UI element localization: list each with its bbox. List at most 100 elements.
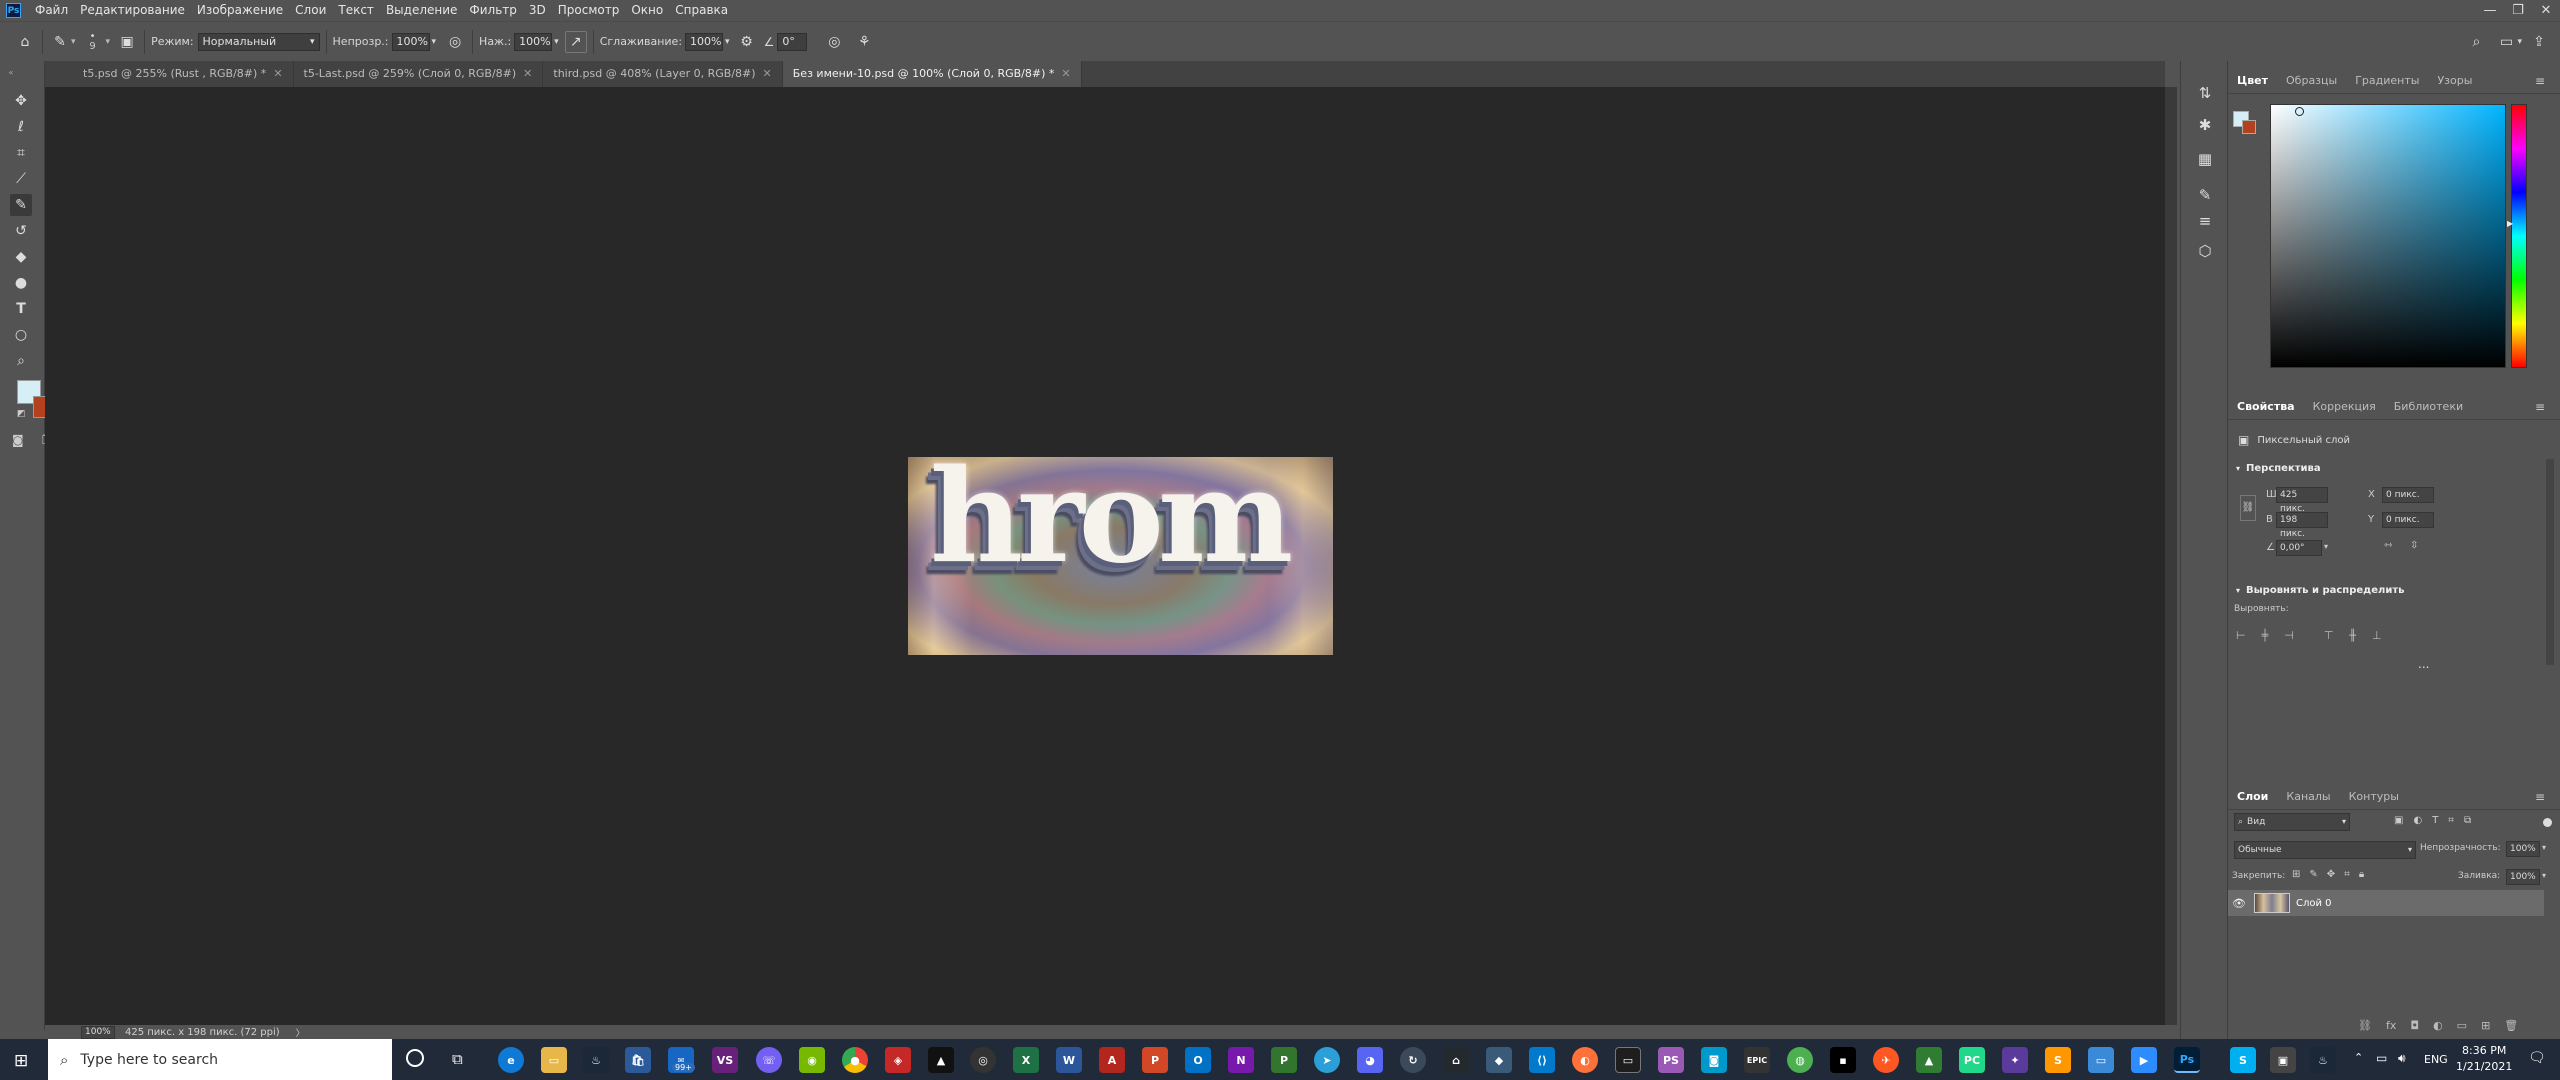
lock-pixels-icon[interactable]: ✎ <box>2309 869 2317 880</box>
status-arrow-icon[interactable]: 〉 <box>296 1026 305 1039</box>
angle-field[interactable]: 0° <box>777 32 808 51</box>
tab-properties[interactable]: Свойства <box>2228 400 2304 413</box>
ellipse-tool-icon[interactable]: ○ <box>10 324 32 346</box>
histogram-panel-icon[interactable]: ▦ <box>2193 147 2217 171</box>
zoom-tool-icon[interactable]: ⌕ <box>10 350 32 372</box>
align-center-v-icon[interactable]: ╫ <box>2349 629 2356 642</box>
network-app-icon[interactable]: ◆ <box>1486 1047 1512 1073</box>
tray-steam-icon[interactable]: ♨ <box>2310 1047 2336 1073</box>
steam-icon[interactable]: ♨ <box>583 1047 609 1073</box>
brush-settings-panel-icon[interactable]: ✎ <box>2193 183 2217 207</box>
angle-field[interactable]: 0,00° <box>2276 540 2322 556</box>
tab-channels[interactable]: Каналы <box>2277 790 2339 803</box>
file-explorer-icon[interactable]: ▭ <box>541 1047 567 1073</box>
symmetry-icon[interactable]: ⚘ <box>853 31 875 53</box>
smoothing-settings-icon[interactable]: ⚙ <box>736 31 758 53</box>
tab-adjustments[interactable]: Коррекция <box>2304 400 2385 413</box>
x-field[interactable]: 0 пикс. <box>2382 487 2434 503</box>
phpstorm-icon[interactable]: PS <box>1658 1047 1684 1073</box>
add-mask-icon[interactable]: ◘ <box>2410 1019 2419 1032</box>
canvas-area[interactable]: hrom <box>45 87 2165 1025</box>
app-shield-icon[interactable]: ◈ <box>885 1047 911 1073</box>
width-field[interactable]: 425 пикс. <box>2276 487 2328 514</box>
tray-expand-icon[interactable]: ⌃ <box>2354 1051 2363 1064</box>
language-indicator[interactable]: ENG <box>2424 1053 2448 1066</box>
layer-filter-select[interactable]: ⌕ Вид ▾ <box>2234 813 2350 831</box>
store-icon[interactable]: 🛍︎ <box>625 1047 651 1073</box>
tab-layers[interactable]: Слои <box>2228 790 2277 803</box>
viber-icon[interactable]: ☏ <box>756 1047 782 1073</box>
type-tool-icon[interactable]: T <box>10 298 32 320</box>
lock-all-icon[interactable]: 🔒︎ <box>2359 869 2364 880</box>
default-colors-icon[interactable]: ◩ <box>17 409 26 419</box>
flip-horizontal-icon[interactable]: ⇿ <box>2384 540 2392 551</box>
smoothing-field[interactable]: 100% <box>685 32 724 51</box>
minimize-button[interactable]: — <box>2476 0 2504 21</box>
volume-icon[interactable]: 🔊︎ <box>2398 1051 2406 1066</box>
y-field[interactable]: 0 пикс. <box>2382 512 2434 528</box>
tab-paths[interactable]: Контуры <box>2340 790 2408 803</box>
layer-style-icon[interactable]: fx <box>2386 1019 2396 1032</box>
postman-icon[interactable]: ✈ <box>1873 1047 1899 1073</box>
move-tool-icon[interactable]: ✥ <box>10 90 32 112</box>
tab-t5-last[interactable]: t5-Last.psd @ 259% (Слой 0, RGB/8#) ✕ <box>293 61 544 87</box>
color-picker-cursor[interactable] <box>2295 107 2304 116</box>
brush-tool-icon[interactable]: ✎ <box>10 194 32 216</box>
flow-field[interactable]: 100% <box>514 32 553 51</box>
visual-studio-icon[interactable]: VS <box>712 1047 738 1073</box>
3d-panel-icon[interactable]: ⬡ <box>2193 239 2217 263</box>
workspace-icon[interactable]: ▭ <box>2495 31 2517 53</box>
chevron-down-icon[interactable]: ▾ <box>2542 871 2546 880</box>
filter-pixel-icon[interactable]: ▣ <box>2394 815 2403 826</box>
new-adjustment-icon[interactable]: ◐ <box>2433 1019 2443 1032</box>
fill-field[interactable]: 100% <box>2506 869 2540 885</box>
close-button[interactable]: ✕ <box>2532 0 2560 21</box>
network-icon[interactable]: ▭ <box>2376 1051 2387 1065</box>
brush-size-preset[interactable]: • 9 <box>80 31 106 52</box>
height-field[interactable]: 198 пикс. <box>2276 512 2328 539</box>
vertical-scrollbar[interactable] <box>2165 87 2177 1025</box>
menu-type[interactable]: Текст <box>332 0 380 21</box>
close-tab-icon[interactable]: ✕ <box>1061 67 1070 80</box>
home-icon[interactable]: ⌂ <box>14 31 36 53</box>
excel-icon[interactable]: X <box>1013 1047 1039 1073</box>
epic-games-icon[interactable]: EPIC <box>1744 1047 1770 1073</box>
obs-icon[interactable]: ◎ <box>970 1047 996 1073</box>
align-top-icon[interactable]: ⊤ <box>2324 629 2334 642</box>
lock-position-icon[interactable]: ✥ <box>2327 869 2335 880</box>
tab-color[interactable]: Цвет <box>2228 74 2277 87</box>
hue-pointer-icon[interactable]: ▶ <box>2507 219 2513 228</box>
clock[interactable]: 8:36 PM 1/21/2021 <box>2456 1043 2512 1075</box>
tab-libraries[interactable]: Библиотеки <box>2385 400 2472 413</box>
github-icon[interactable]: ⌂ <box>1443 1047 1469 1073</box>
layer-row[interactable]: 👁︎ Слой 0 <box>2228 890 2544 916</box>
close-tab-icon[interactable]: ✕ <box>523 67 532 80</box>
terminal-icon[interactable]: ▭ <box>1615 1047 1641 1073</box>
properties-panel-icon[interactable]: ≡ <box>2193 209 2217 233</box>
panel-menu-icon[interactable]: ≡ <box>2526 74 2554 88</box>
chevron-down-icon[interactable]: ▾ <box>2542 843 2546 852</box>
photoshop-taskbar-icon[interactable]: Ps <box>2174 1047 2200 1073</box>
delete-layer-icon[interactable]: 🗑︎ <box>2504 1019 2518 1032</box>
acrobat-icon[interactable]: A <box>1099 1047 1125 1073</box>
collapse-toolbox-icon[interactable]: « <box>0 61 22 83</box>
share-icon[interactable]: ⇪ <box>2528 31 2550 53</box>
sublime-icon[interactable]: S <box>2045 1047 2071 1073</box>
menu-file[interactable]: Файл <box>29 0 74 21</box>
tab-t5[interactable]: t5.psd @ 255% (Rust , RGB/8#) * ✕ <box>45 61 294 87</box>
tab-patterns[interactable]: Узоры <box>2428 74 2481 87</box>
menu-help[interactable]: Справка <box>669 0 734 21</box>
powerpoint-icon[interactable]: P <box>1142 1047 1168 1073</box>
lock-transparency-icon[interactable]: ⊞ <box>2292 869 2300 880</box>
tab-third[interactable]: third.psd @ 408% (Layer 0, RGB/8#) ✕ <box>543 61 783 87</box>
menu-image[interactable]: Изображение <box>191 0 289 21</box>
restore-button[interactable]: ❐ <box>2504 0 2532 21</box>
align-section[interactable]: ▾ Выровнять и распределить <box>2236 585 2404 596</box>
filter-smart-object-icon[interactable]: ⧉ <box>2464 815 2471 826</box>
fl-studio-icon[interactable]: ▲ <box>928 1047 954 1073</box>
dodge-tool-icon[interactable]: ● <box>10 272 32 294</box>
browser-green-icon[interactable]: ◍ <box>1787 1047 1813 1073</box>
edge-icon[interactable]: e <box>498 1047 524 1073</box>
new-layer-icon[interactable]: ⊞ <box>2481 1019 2490 1032</box>
tab-untitled-10[interactable]: Без имени-10.psd @ 100% (Слой 0, RGB/8#)… <box>782 61 1082 87</box>
